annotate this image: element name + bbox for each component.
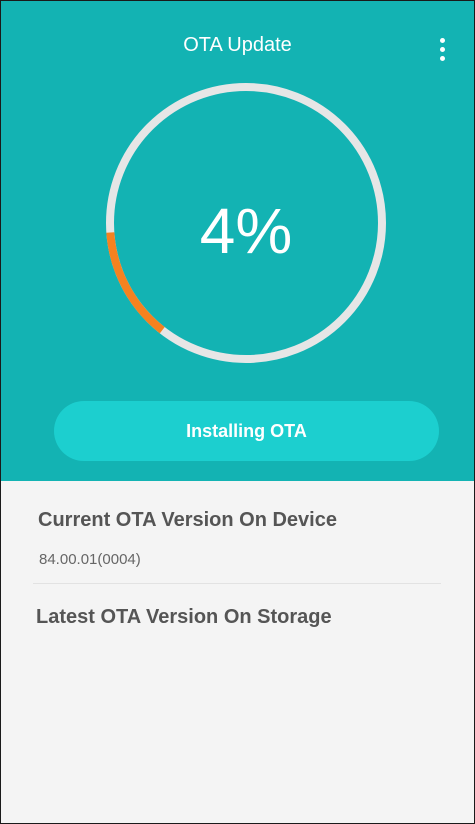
current-version-value: 84.00.01(0004) xyxy=(39,551,141,568)
latest-version-title: Latest OTA Version On Storage xyxy=(36,606,332,628)
current-version-title: Current OTA Version On Device xyxy=(38,509,337,531)
app-screen: OTA Update 4% Installing OTA Current OTA… xyxy=(0,0,475,824)
divider xyxy=(33,583,441,584)
progress-header: OTA Update 4% Installing OTA xyxy=(1,1,474,481)
progress-percent: 4% xyxy=(199,195,293,267)
installing-ota-button[interactable]: Installing OTA xyxy=(54,401,439,461)
version-info: Current OTA Version On Device 84.00.01(0… xyxy=(1,481,474,823)
